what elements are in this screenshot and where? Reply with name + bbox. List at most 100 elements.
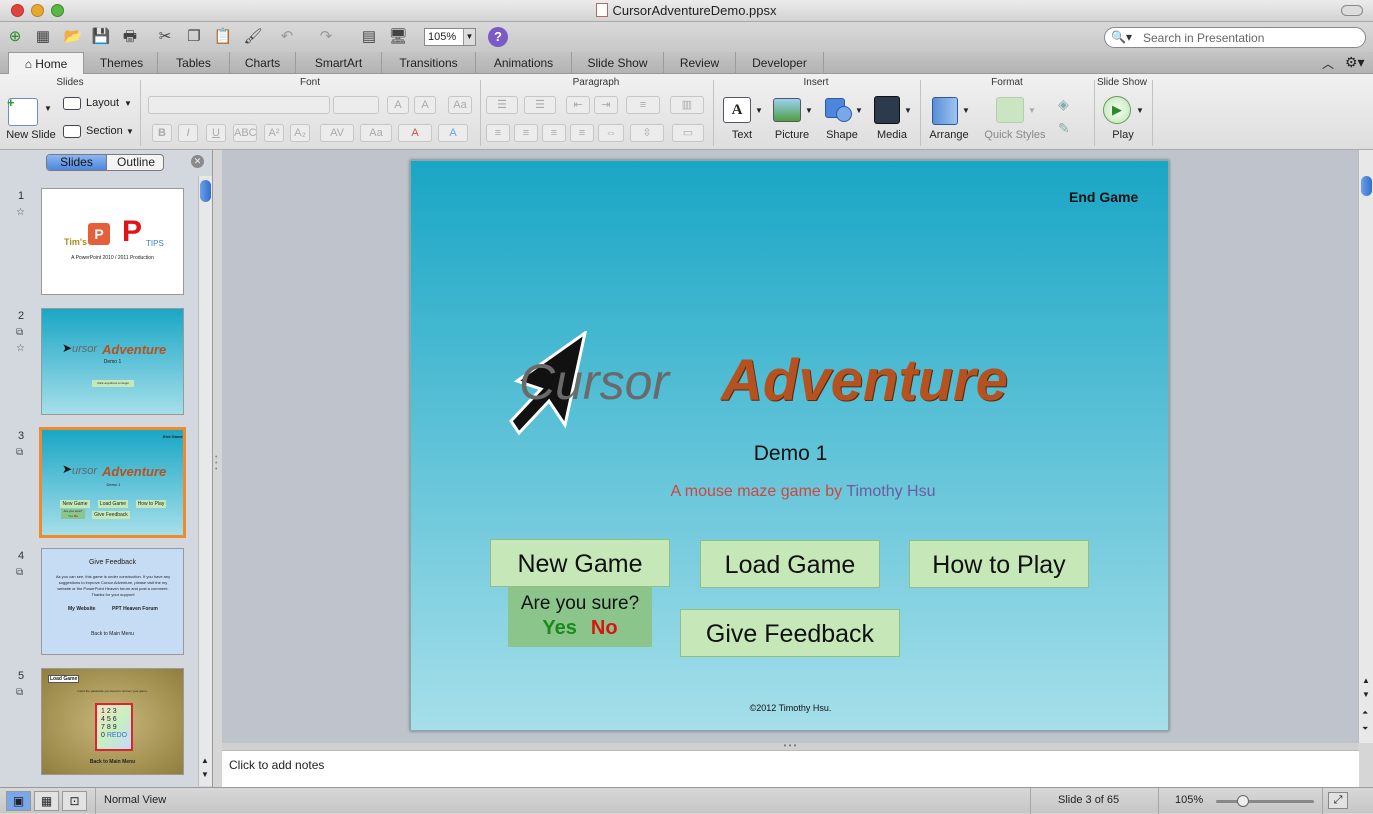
text-direction-icon[interactable]: ⇳ [630,124,664,142]
slide-sorter-view-button[interactable]: ▦ [34,791,59,811]
layout-icon[interactable] [63,97,81,110]
undo-icon[interactable]: ↶ [276,26,298,48]
fit-window-button[interactable]: ⤢ [1328,792,1348,809]
main-scrollbar-thumb[interactable] [1361,176,1372,196]
scroll-up-icon[interactable]: ▲ [201,756,209,765]
format-painter-icon[interactable]: 🖌 [242,26,264,48]
clear-formatting-icon[interactable]: Aa [448,96,472,114]
scroll-up-icon[interactable]: ▲ [1362,676,1370,685]
help-icon[interactable]: ? [488,27,508,47]
slide-thumbnail-1[interactable]: Tim's P P TIPS A PowerPoint 2010 / 2011 … [41,188,184,295]
tab-smartart[interactable]: SmartArt [296,52,382,74]
chevron-down-icon[interactable]: ▼ [1028,106,1036,115]
toolbar-toggle-button[interactable] [1341,5,1363,16]
new-game-button[interactable]: New Game [490,539,670,587]
notes-splitter[interactable]: • • • [222,742,1358,750]
character-spacing-icon[interactable]: AV [320,124,354,142]
align-center-icon[interactable]: ≡ [514,124,538,142]
templates-icon[interactable]: ▦ [32,26,54,48]
redo-icon[interactable]: ↷ [315,26,337,48]
close-pane-icon[interactable]: ✕ [191,155,204,168]
shrink-font-icon[interactable]: A [414,96,436,114]
shape-button[interactable]: Shape [822,129,862,141]
fill-icon[interactable]: ◈ [1058,96,1069,113]
normal-view-button[interactable]: ▣ [6,791,31,811]
tab-transitions[interactable]: Transitions [382,52,476,74]
scroll-down-icon[interactable]: ▼ [201,770,209,779]
presenter-view-icon[interactable]: 🖥 [387,26,409,48]
tab-tables[interactable]: Tables [158,52,230,74]
text-button[interactable]: Text [722,129,762,141]
align-left-icon[interactable]: ≡ [486,124,510,142]
quick-styles-icon[interactable] [996,97,1024,123]
tab-themes[interactable]: Themes [86,52,158,74]
no-button[interactable]: No [591,617,618,639]
picture-button[interactable]: Picture [770,129,814,141]
text-box-icon[interactable]: A [723,97,751,123]
arrange-button[interactable]: Arrange [926,129,972,141]
slide-thumbnail-2[interactable]: ➤ ursor Adventure Demo 1 Click anywhere … [41,308,184,415]
how-to-play-button[interactable]: How to Play [909,540,1089,588]
tab-slide-show[interactable]: Slide Show [572,52,664,74]
align-right-icon[interactable]: ≡ [542,124,566,142]
cut-icon[interactable]: ✂ [154,26,176,48]
media-icon[interactable] [874,96,900,124]
tab-animations[interactable]: Animations [476,52,572,74]
tab-review[interactable]: Review [664,52,736,74]
section-icon[interactable] [63,125,81,138]
give-feedback-button[interactable]: Give Feedback [680,609,900,657]
bold-icon[interactable]: B [152,124,172,142]
gear-icon[interactable]: ⚙▾ [1345,54,1365,71]
tab-outline[interactable]: Outline [106,155,163,170]
layout-button[interactable]: Layout [86,97,119,109]
scroll-down-icon[interactable]: ▼ [1362,690,1370,699]
font-size-select[interactable] [333,96,379,114]
media-button[interactable]: Media [872,129,912,141]
strikethrough-icon[interactable]: ABC [233,124,257,142]
tab-developer[interactable]: Developer [736,52,824,74]
arrange-icon[interactable] [932,97,958,125]
chevron-down-icon[interactable]: ▼ [755,106,763,115]
bullets-icon[interactable]: ☰ [486,96,518,114]
play-icon[interactable]: ▶ [1103,96,1131,124]
underline-icon[interactable]: U [206,124,226,142]
open-icon[interactable]: 📂 [62,26,84,48]
slide-sorter-icon[interactable]: ▤ [358,26,380,48]
tab-charts[interactable]: Charts [230,52,296,74]
print-icon[interactable]: 🖶 [119,26,141,48]
tab-slides[interactable]: Slides [47,155,106,170]
text-effects-icon[interactable]: A [438,124,468,142]
chevron-down-icon[interactable]: ▼ [962,106,970,115]
copy-icon[interactable]: ❐ [183,26,205,48]
increase-indent-icon[interactable]: ⇥ [594,96,618,114]
slide-thumbnail-4[interactable]: Give Feedback As you can see, this game … [41,548,184,655]
chevron-down-icon[interactable]: ▼ [855,106,863,115]
chevron-down-icon[interactable]: ▼ [124,99,132,108]
subscript-icon[interactable]: A₂ [290,124,310,142]
italic-icon[interactable]: I [178,124,198,142]
zoom-slider[interactable] [1216,795,1314,807]
picture-icon[interactable] [773,98,801,122]
previous-slide-icon[interactable]: ⏶ [1362,708,1368,718]
slide-show-view-button[interactable]: ⊡ [62,791,87,811]
search-icon[interactable]: 🔍▾ [1111,30,1132,44]
chevron-down-icon[interactable]: ▼ [126,127,134,136]
chevron-down-icon[interactable]: ▼ [1136,106,1144,115]
sidebar-scrollbar[interactable]: ▲ ▼ [198,176,212,786]
main-scrollbar[interactable]: ▲ ▼ ⏶ ⏷ [1358,150,1373,743]
distribute-icon[interactable]: ⇔ [598,124,624,142]
pane-resize-handle[interactable]: • • • [215,454,217,473]
zoom-slider-knob[interactable] [1237,795,1249,807]
slide-canvas[interactable]: End Game Cursor Adventure Demo 1 A mouse… [410,160,1169,731]
zoom-select[interactable]: 105% ▼ [424,28,476,46]
font-name-select[interactable] [148,96,330,114]
justify-icon[interactable]: ≡ [570,124,594,142]
decrease-indent-icon[interactable]: ⇤ [566,96,590,114]
grow-font-icon[interactable]: A [387,96,409,114]
chevron-down-icon[interactable]: ▼ [904,106,912,115]
chevron-down-icon[interactable]: ▼ [463,29,475,45]
new-slide-button[interactable]: New Slide [4,129,58,141]
quick-styles-button[interactable]: Quick Styles [982,129,1048,141]
play-button[interactable]: Play [1103,129,1143,141]
line-spacing-icon[interactable]: ≡ [626,96,660,114]
